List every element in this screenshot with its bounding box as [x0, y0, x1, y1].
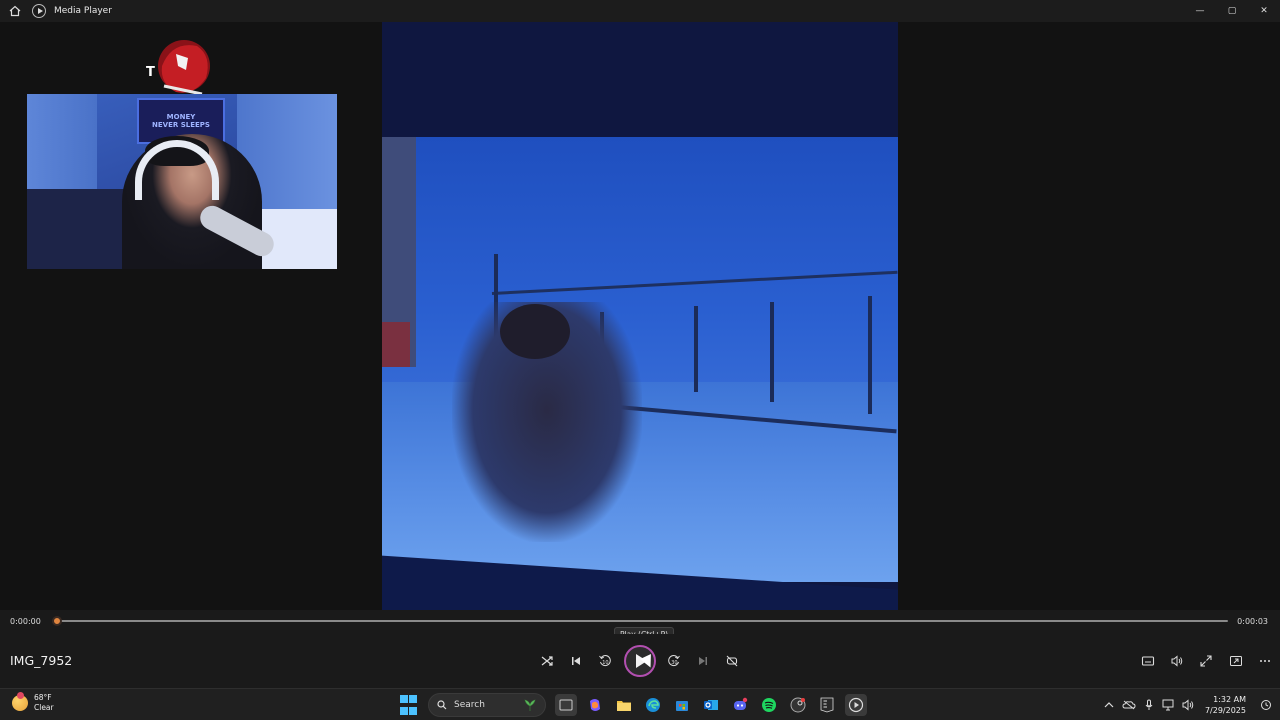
weather-temp: 68°F: [34, 693, 52, 702]
window-controls: — ▢ ✕: [1184, 0, 1280, 22]
taskbar-apps: Search: [394, 692, 870, 718]
shuffle-icon: [541, 656, 553, 666]
edge-icon[interactable]: [642, 694, 664, 716]
next-icon: [699, 657, 707, 665]
minimize-button[interactable]: —: [1184, 0, 1216, 22]
task-view-icon[interactable]: [554, 694, 577, 716]
close-button[interactable]: ✕: [1248, 0, 1280, 22]
notification-icon[interactable]: [1256, 695, 1276, 715]
weather-widget[interactable]: 68°F Clear: [12, 692, 54, 713]
skip-forward-button[interactable]: 30: [663, 650, 685, 672]
spotify-icon[interactable]: [758, 694, 780, 716]
volume-icon: [1171, 655, 1183, 667]
svg-text:30: 30: [671, 660, 677, 666]
repeat-off-icon: [726, 655, 738, 667]
fullscreen-icon: [1200, 655, 1212, 667]
more-icon: [1260, 660, 1270, 662]
steam-icon[interactable]: [787, 694, 809, 716]
outlook-icon[interactable]: [700, 694, 722, 716]
media-title: IMG_7952: [10, 653, 73, 668]
skip-forward-icon: 30: [668, 655, 680, 666]
search-label: Search: [454, 700, 485, 710]
moon-icon: [12, 692, 28, 711]
sign-line-1: MONEY: [166, 113, 196, 121]
captions-button[interactable]: [1137, 650, 1159, 672]
previous-button[interactable]: [565, 650, 587, 672]
store-icon[interactable]: [671, 694, 693, 716]
video-scene-wall-accent: [382, 322, 410, 367]
total-time: 0:00:03: [1237, 617, 1268, 626]
miniplayer-icon: [1230, 656, 1242, 666]
home-icon[interactable]: [0, 0, 30, 22]
video-frame[interactable]: [382, 22, 898, 610]
chevron-up-icon[interactable]: [1099, 695, 1119, 715]
copilot-icon[interactable]: [584, 694, 606, 716]
video-scene-post: [770, 302, 774, 402]
start-button[interactable]: [398, 694, 420, 716]
shuffle-button[interactable]: [536, 650, 558, 672]
volume-button[interactable]: [1166, 650, 1188, 672]
seek-track[interactable]: [57, 620, 1228, 622]
network-icon[interactable]: [1159, 695, 1179, 715]
captions-icon: [1141, 656, 1155, 666]
microphone-tray-icon[interactable]: [1139, 695, 1159, 715]
media-player-taskbar-icon[interactable]: [844, 694, 867, 716]
previous-icon: [572, 657, 580, 665]
sign-line-2: NEVER SLEEPS: [152, 121, 210, 129]
clock[interactable]: 1:32 AM 7/29/2025: [1205, 694, 1246, 716]
volume-tray-icon[interactable]: [1179, 695, 1199, 715]
seek-thumb[interactable]: [52, 616, 62, 626]
clock-date: 7/29/2025: [1204, 706, 1246, 715]
taskbar-search[interactable]: Search: [428, 693, 546, 717]
title-bar: Media Player — ▢ ✕: [0, 0, 1280, 22]
video-scene-post: [868, 296, 872, 414]
window-title: Media Player: [54, 6, 112, 16]
media-player-icon: [32, 4, 46, 18]
epic-games-icon[interactable]: [816, 694, 838, 716]
plant-icon: [524, 699, 536, 711]
more-options-button[interactable]: [1254, 650, 1276, 672]
weather-condition: Clear: [34, 703, 54, 712]
cloud-off-icon[interactable]: [1119, 695, 1139, 715]
svg-text:10: 10: [602, 660, 608, 666]
svg-text:T: T: [146, 65, 155, 80]
taskbar: 68°F Clear Search 1:32 AM 7/29/2025: [0, 688, 1280, 720]
next-button[interactable]: [692, 650, 714, 672]
search-icon: [437, 700, 447, 710]
skip-back-icon: 10: [599, 655, 611, 666]
file-explorer-icon[interactable]: [613, 694, 635, 716]
video-scene-head: [500, 304, 570, 359]
repeat-button[interactable]: [721, 650, 743, 672]
skip-back-button[interactable]: 10: [594, 650, 616, 672]
video-scene-post: [694, 306, 698, 392]
discord-icon[interactable]: [729, 694, 751, 716]
miniplayer-button[interactable]: [1225, 650, 1247, 672]
clock-time: 1:32 AM: [1213, 695, 1246, 704]
fullscreen-button[interactable]: [1195, 650, 1217, 672]
webcam-overlay: MONEY NEVER SLEEPS: [27, 94, 337, 269]
video-area[interactable]: T MONEY NEVER SLEEPS: [0, 22, 1280, 610]
current-time: 0:00:00: [10, 617, 41, 626]
maximize-button[interactable]: ▢: [1216, 0, 1248, 22]
system-tray: 1:32 AM 7/29/2025: [1099, 689, 1280, 720]
webcam-desk: [27, 189, 137, 269]
